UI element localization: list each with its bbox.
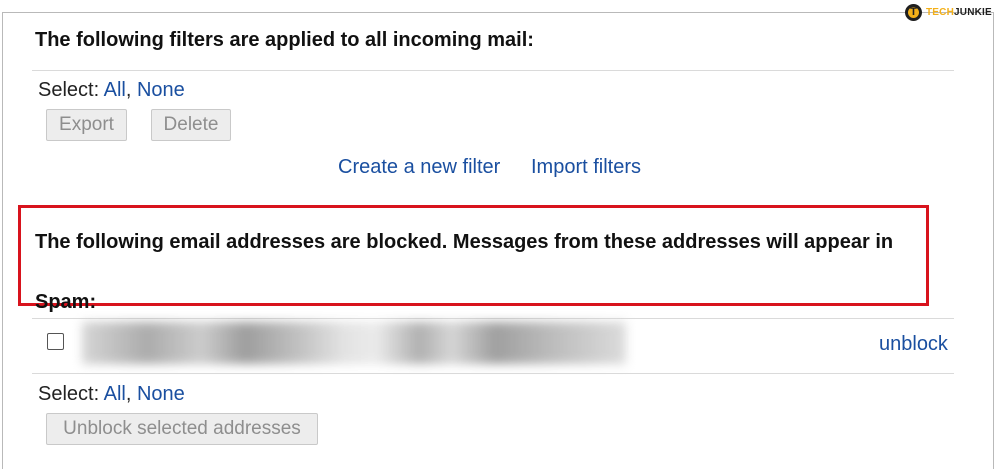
export-button[interactable]: Export (46, 109, 127, 141)
create-filter-link[interactable]: Create a new filter (338, 156, 500, 179)
techjunkie-logo-icon: T (905, 3, 922, 21)
import-filters-link[interactable]: Import filters (531, 156, 641, 179)
watermark-text: TECHJUNKIE (926, 6, 992, 18)
blocked-heading-line1: The following email addresses are blocke… (35, 231, 894, 253)
blocked-select-row: Select: All, None (38, 383, 185, 405)
blurred-email-address (82, 322, 626, 364)
divider (32, 70, 954, 71)
techjunkie-watermark: T TECHJUNKIE (905, 2, 992, 22)
divider (32, 318, 954, 319)
select-none-link[interactable]: None (137, 79, 185, 101)
unblock-link[interactable]: unblock (879, 333, 948, 356)
filters-select-row: Select: All, None (38, 79, 185, 101)
filters-heading: The following filters are applied to all… (35, 29, 534, 51)
select-label: Select: (38, 383, 100, 405)
blocked-heading: The following email addresses are blocke… (35, 212, 925, 332)
select-label: Select: (38, 79, 100, 101)
delete-button[interactable]: Delete (151, 109, 231, 141)
blocked-address-checkbox[interactable] (47, 333, 64, 350)
select-none-link[interactable]: None (137, 383, 185, 405)
select-all-link[interactable]: All (104, 383, 126, 405)
unblock-selected-button[interactable]: Unblock selected addresses (46, 413, 318, 445)
select-all-link[interactable]: All (104, 79, 126, 101)
divider (32, 373, 954, 374)
